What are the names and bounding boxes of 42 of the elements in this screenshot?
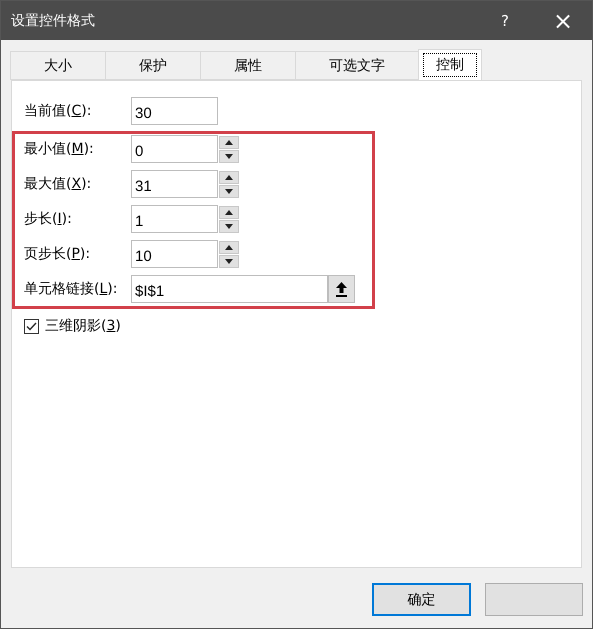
spin-down-button[interactable] — [219, 220, 239, 232]
spin-up-button[interactable] — [219, 136, 239, 148]
up-arrow-icon — [225, 244, 233, 250]
input-field[interactable]: 30 — [131, 97, 218, 125]
tab[interactable]: 属性 — [200, 51, 296, 80]
tab[interactable]: 可选文字 — [295, 51, 419, 80]
up-arrow-icon — [225, 210, 233, 214]
input-field[interactable]: 10 — [131, 240, 218, 268]
down-arrow-icon — [225, 154, 233, 158]
input-field[interactable]: 31 — [131, 170, 218, 198]
down-arrow-icon — [225, 258, 233, 264]
input-field[interactable]: $I$1 — [131, 275, 328, 303]
tab[interactable]: 大小 — [10, 51, 106, 80]
help-button[interactable]: ? — [476, 1, 534, 40]
field-label: 当前值(C): — [24, 102, 92, 120]
field-label: 最小值(M): — [24, 140, 95, 158]
up-arrow-icon — [336, 282, 347, 296]
down-arrow-icon — [225, 224, 233, 228]
spin-up-button[interactable] — [219, 206, 239, 218]
spin-down-button[interactable] — [219, 184, 239, 198]
tab[interactable]: 保护 — [105, 51, 201, 80]
up-arrow-icon — [225, 140, 233, 144]
field-label: 最大值(X): — [24, 175, 92, 193]
collapse-dialog-button[interactable] — [328, 275, 355, 303]
tab[interactable]: 控制 — [418, 49, 482, 80]
spin-up-button[interactable] — [219, 170, 239, 184]
spin-up-button[interactable] — [219, 240, 239, 254]
spin-down-button[interactable] — [219, 254, 239, 268]
input-field[interactable]: 1 — [131, 205, 218, 233]
spin-down-button[interactable] — [219, 150, 239, 162]
down-arrow-icon — [225, 188, 233, 194]
field-label: 步长(I): — [24, 210, 73, 228]
checkbox-label: 三维阴影(3) — [45, 317, 122, 335]
field-label: 单元格链接(L): — [24, 280, 118, 298]
field-label: 页步长(P): — [24, 245, 92, 263]
ok-button[interactable]: 确定 — [372, 583, 471, 616]
up-arrow-icon — [225, 174, 233, 180]
input-field[interactable]: 0 — [131, 135, 218, 163]
checkbox[interactable] — [24, 318, 39, 334]
checkmark-icon — [26, 322, 37, 330]
close-button[interactable]: × — [534, 1, 592, 40]
window-title: 设置控件格式 — [11, 12, 96, 30]
